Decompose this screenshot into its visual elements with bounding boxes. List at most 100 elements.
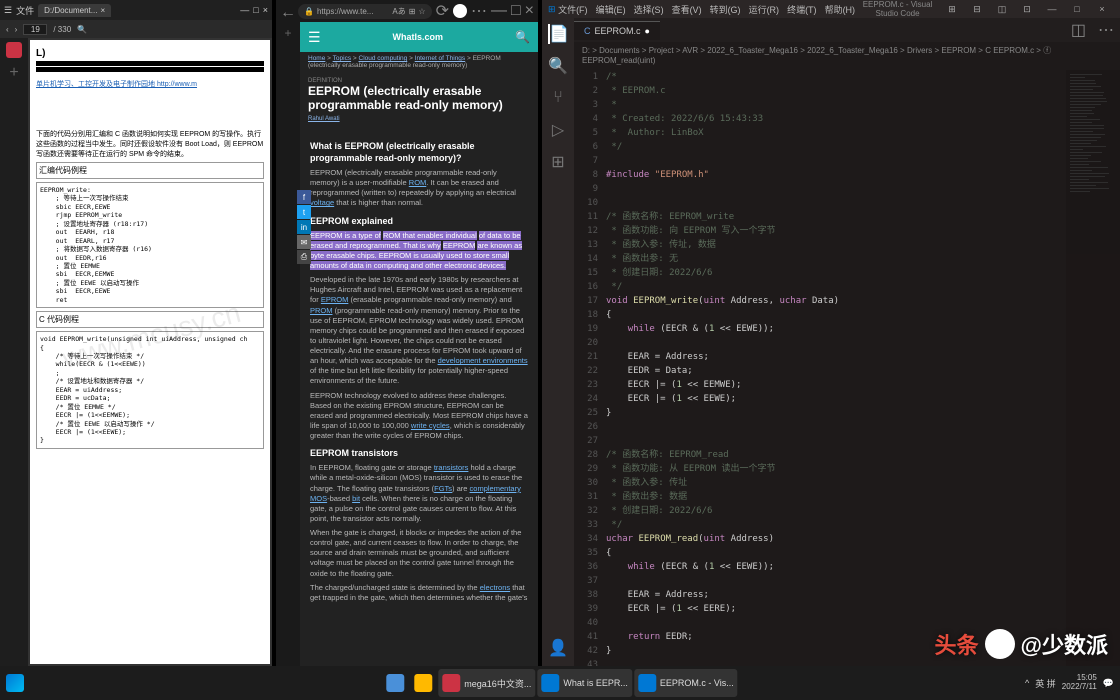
asm-title: 汇编代码例程 (36, 162, 264, 179)
next-page-icon[interactable]: › (15, 25, 18, 34)
ime-indicator[interactable]: 英 拼 (1035, 677, 1056, 690)
max-icon[interactable]: □ (253, 5, 258, 15)
add-tab-icon[interactable]: + (284, 26, 291, 40)
add-icon[interactable]: + (9, 64, 18, 82)
page-input[interactable] (23, 24, 47, 35)
hamburger-icon[interactable]: ☰ (308, 29, 321, 46)
code-area[interactable]: 1234567891011121314151617181920212223242… (574, 68, 1120, 672)
notifications-icon[interactable]: 💬 (1103, 678, 1114, 689)
taskbar-explorer[interactable] (410, 669, 436, 697)
extensions-icon[interactable]: ⊞ (548, 152, 568, 172)
breadcrumb: Home > Topics > Cloud computing > Intern… (300, 52, 538, 72)
source-control-icon[interactable]: ⑂ (548, 88, 568, 108)
url-bar[interactable]: 🔒 https://www.te... Aあ ⊞ ☆ (298, 4, 432, 19)
section-h1: What is EEPROM (electrically erasable pr… (310, 140, 528, 164)
bc-home[interactable]: Home (308, 55, 325, 62)
max-icon[interactable]: □ (511, 2, 521, 20)
min-icon[interactable]: — (491, 2, 507, 20)
menu-item[interactable]: 转到(G) (710, 3, 741, 16)
translate-icon[interactable]: Aあ (392, 6, 405, 17)
debug-icon[interactable]: ▷ (548, 120, 568, 140)
menu-icon[interactable]: ☰ (4, 5, 12, 16)
tray-chevron-icon[interactable]: ^ (1025, 678, 1029, 688)
article: ☰ WhatIs.com 🔍 Home > Topics > Cloud com… (300, 22, 538, 666)
taskbar-app[interactable]: mega16中文资... (438, 669, 535, 697)
menu-item[interactable]: 选择(S) (634, 3, 664, 16)
split-icon[interactable]: ◫ (1065, 20, 1092, 40)
layout-icon[interactable]: ⊞ (940, 1, 964, 17)
min-icon[interactable]: — (240, 5, 249, 15)
site-logo[interactable]: WhatIs.com (393, 32, 444, 42)
vscode-window: ⊞ 文件(F) 编辑(E) 选择(S) 查看(V) 转到(G) 运行(R) 终端(T) 帮助(… (542, 0, 1120, 666)
layout-icon[interactable]: ◫ (990, 1, 1014, 17)
reader-icon[interactable]: ⊞ (409, 7, 416, 16)
lock-icon: 🔒 (304, 7, 314, 16)
vscode-titlebar: ⊞ 文件(F) 编辑(E) 选择(S) 查看(V) 转到(G) 运行(R) 终端(T) 帮助(… (542, 0, 1120, 18)
activity-bar: 📄 🔍 ⑂ ▷ ⊞ 👤 ⚙ (542, 18, 574, 690)
star-icon[interactable]: ☆ (418, 7, 425, 16)
menu-item[interactable]: 编辑(E) (596, 3, 626, 16)
menu-item[interactable]: 帮助(H) (825, 3, 856, 16)
share-email-icon[interactable]: ✉ (297, 235, 311, 249)
editor-tabs: C EEPROM.c ● ◫ ⋯ (574, 18, 1120, 42)
article-title: EEPROM (electrically erasable programmab… (308, 84, 530, 113)
prev-page-icon[interactable]: ‹ (6, 25, 9, 34)
editor-tab[interactable]: C EEPROM.c ● (574, 21, 660, 40)
back-icon[interactable]: ← (280, 4, 294, 18)
bc-topics[interactable]: Topics (333, 55, 351, 62)
para: When the gate is charged, it blocks or i… (310, 528, 528, 579)
profile-avatar[interactable] (453, 4, 467, 18)
share-print-icon[interactable]: ⎙ (297, 250, 311, 264)
bc-cloud[interactable]: Cloud computing (359, 55, 408, 62)
menu-item[interactable]: 终端(T) (787, 3, 817, 16)
article-author[interactable]: Rahul Awati (308, 116, 530, 122)
para: In EEPROM, floating gate or storage tran… (310, 463, 528, 524)
pdf-viewer-window: ☰ 文件 D:/Document... × — □ × ‹ › / 330 🔍 … (0, 0, 272, 666)
more-icon[interactable]: ⋯ (471, 1, 487, 21)
taskbar: mega16中文资...What is EEPR...EEPROM.c - Vi… (0, 666, 1120, 700)
share-facebook-icon[interactable]: f (297, 190, 311, 204)
more-icon[interactable]: ⋯ (1092, 20, 1120, 40)
taskbar-app[interactable]: What is EEPR... (537, 669, 632, 697)
explorer-icon[interactable]: 📄 (548, 24, 568, 44)
para: Developed in the late 1970s and early 19… (310, 275, 528, 386)
bc-iot[interactable]: Internet of Things (415, 55, 465, 62)
menu-item[interactable]: 查看(V) (672, 3, 702, 16)
para: The charged/uncharged state is determine… (310, 583, 528, 603)
start-button[interactable] (6, 674, 24, 692)
close-icon[interactable]: × (100, 6, 105, 15)
pdf-app-icon[interactable] (6, 42, 22, 58)
file-menu[interactable]: 文件 (16, 4, 34, 17)
share-twitter-icon[interactable]: t (297, 205, 311, 219)
menu-item[interactable]: 文件(F) (558, 3, 588, 16)
search-icon[interactable]: 🔍 (515, 30, 530, 44)
editor-breadcrumb[interactable]: D: > Documents > Project > AVR > 2022_6_… (574, 42, 1120, 68)
pdf-tab[interactable]: D:/Document... × (38, 4, 111, 17)
pdf-page: L) 单片机学习、工控开发及电子制作园地 http://www.m 下面的代码分… (30, 40, 270, 664)
taskbar-app[interactable]: EEPROM.c - Vis... (634, 669, 738, 697)
minimap[interactable] (1066, 70, 1120, 672)
section-h3: EEPROM transistors (310, 447, 528, 459)
para: EEPROM technology evolved to address the… (310, 391, 528, 442)
search-icon[interactable]: 🔍 (548, 56, 568, 76)
taskbar-widgets[interactable] (382, 669, 408, 697)
channel-watermark: 头条 @少数派 (935, 628, 1108, 660)
close-window-icon[interactable]: × (263, 5, 268, 15)
layout-icon[interactable]: ⊟ (965, 1, 989, 17)
modified-dot-icon: ● (645, 26, 650, 36)
share-linkedin-icon[interactable]: in (297, 220, 311, 234)
clock[interactable]: 15:05 2022/7/11 (1062, 674, 1097, 692)
max-icon[interactable]: □ (1065, 1, 1089, 17)
menu-item[interactable]: 运行(R) (749, 3, 780, 16)
refresh-icon[interactable]: ⟳ (436, 1, 449, 21)
close-icon[interactable]: × (1090, 1, 1114, 17)
search-icon[interactable]: 🔍 (77, 25, 87, 34)
min-icon[interactable]: — (1040, 1, 1064, 17)
editor: C EEPROM.c ● ◫ ⋯ D: > Documents > Projec… (574, 18, 1120, 690)
pdf-link[interactable]: 单片机学习、工控开发及电子制作园地 http://www.m (36, 81, 197, 88)
browser-sidebar: + (276, 22, 300, 666)
highlighted-para: EEPROM is a type of ROM that enables ind… (310, 231, 528, 272)
account-icon[interactable]: 👤 (548, 638, 568, 658)
close-icon[interactable]: × (525, 2, 534, 20)
layout-icon[interactable]: ⊡ (1015, 1, 1039, 17)
